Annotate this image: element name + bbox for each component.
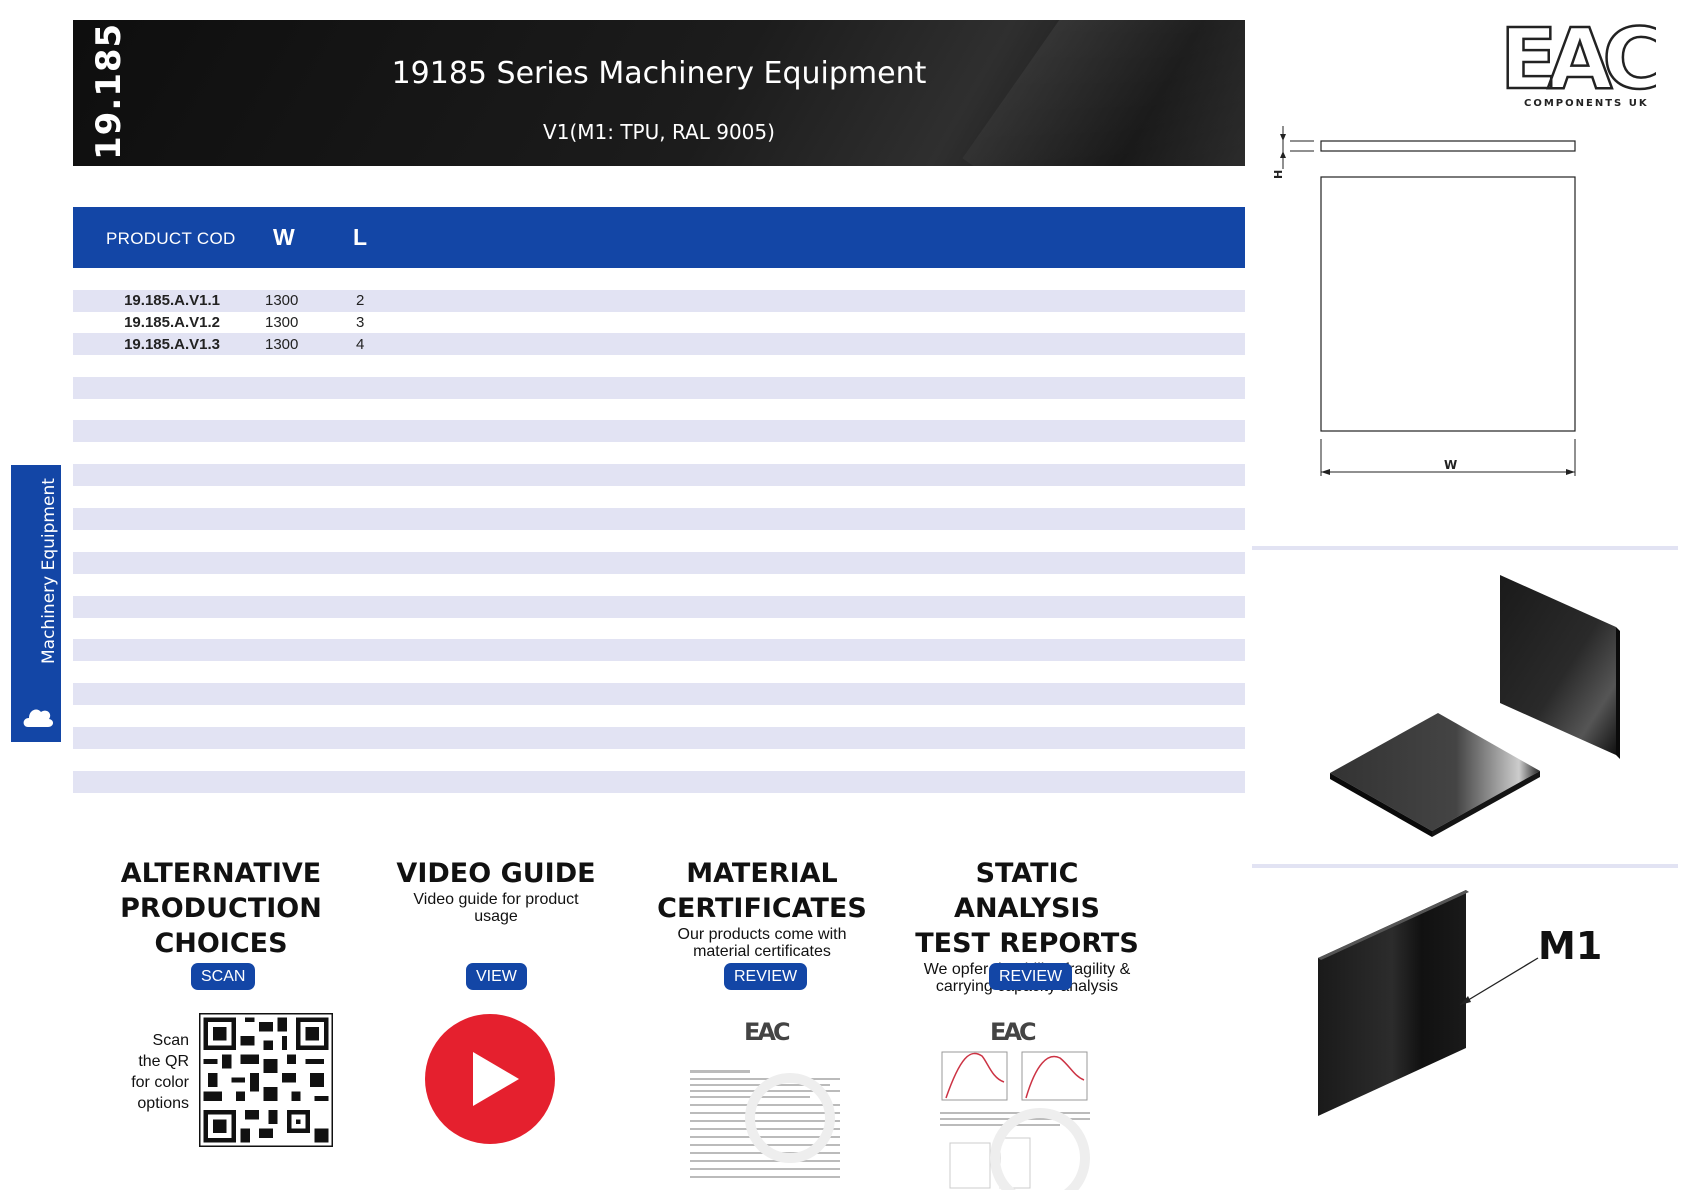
table-stripe: [73, 464, 1245, 486]
section-title: PRODUCTION: [120, 893, 322, 924]
qr-code[interactable]: [199, 1013, 333, 1147]
material-render: [1318, 890, 1539, 1116]
table-row: 19.185.A.V1.3 1300 4: [73, 333, 1245, 355]
page-subtitle: V1(M1: TPU, RAL 9005): [543, 120, 775, 144]
section-title: VIDEO GUIDE: [396, 858, 596, 889]
table-stripe: [73, 596, 1245, 618]
table-stripe: [73, 508, 1245, 530]
cell-w: 1300: [265, 314, 299, 331]
view-button[interactable]: VIEW: [466, 963, 527, 990]
category-label: Machinery Equipment: [39, 478, 59, 664]
section-video-guide: VIDEO GUIDE Video guide for product usag…: [376, 856, 616, 925]
section-title: ALTERNATIVE: [120, 858, 322, 889]
table-header: PRODUCT COD W L: [73, 207, 1245, 268]
material-m1-label: M1: [1538, 924, 1603, 968]
svg-text:EAC: EAC: [744, 1018, 790, 1046]
cell-l: 4: [356, 336, 365, 353]
table-stripe: [73, 377, 1245, 399]
cell-product-code: 19.185.A.V1.2: [124, 314, 220, 331]
cell-l: 3: [356, 314, 365, 331]
certificate-thumbnail[interactable]: EAC: [680, 1008, 855, 1190]
review-reports-button[interactable]: REVIEW: [989, 963, 1073, 990]
scan-note: Scan the QR for color options: [131, 1032, 189, 1112]
section-alternative: ALTERNATIVE PRODUCTION CHOICES: [101, 856, 341, 961]
svg-text:W: W: [1444, 458, 1457, 472]
section-title: TEST REPORTS: [915, 928, 1139, 959]
technical-drawing: H W: [1272, 126, 1576, 476]
table-stripe: [73, 727, 1245, 749]
test-report-thumbnail[interactable]: EAC: [930, 1008, 1105, 1190]
table-stripe: [73, 683, 1245, 705]
divider: [1252, 546, 1678, 550]
cell-product-code: 19.185.A.V1.3: [124, 336, 220, 353]
table-stripe: [73, 771, 1245, 793]
svg-text:EAC: EAC: [1500, 14, 1656, 108]
header-w: W: [273, 224, 295, 250]
section-title: CHOICES: [154, 928, 288, 959]
svg-text:EAC: EAC: [990, 1018, 1036, 1046]
section-title: MATERIAL: [686, 858, 838, 889]
table-row: 19.185.A.V1.1 1300 2: [73, 289, 1245, 311]
cell-l: 2: [356, 292, 365, 309]
cell-w: 1300: [265, 292, 299, 309]
header-product-code: PRODUCT COD: [106, 229, 236, 248]
play-icon[interactable]: [425, 1014, 555, 1144]
section-title: STATIC ANALYSIS: [954, 858, 1100, 924]
cell-w: 1300: [265, 336, 299, 353]
page-title: 19185 Series Machinery Equipment: [391, 56, 927, 91]
table-stripe: [73, 639, 1245, 661]
header-banner: 19185 Series Machinery Equipment V1(M1: …: [73, 20, 1245, 166]
svg-text:H: H: [1272, 170, 1285, 179]
header-l: L: [353, 224, 368, 250]
divider: [1252, 864, 1678, 868]
series-code: 19.185.A: [89, 0, 129, 160]
banner-highlight: [962, 20, 1245, 166]
eac-logo: EAC COMPONENTS UK: [1499, 14, 1656, 109]
scan-button[interactable]: SCAN: [191, 963, 256, 990]
svg-text:COMPONENTS UK: COMPONENTS UK: [1524, 98, 1649, 109]
review-certificates-button[interactable]: REVIEW: [724, 963, 808, 990]
table-stripe: [73, 552, 1245, 574]
table-stripe: [73, 420, 1245, 442]
section-title: CERTIFICATES: [657, 893, 867, 924]
section-material-certificates: MATERIAL CERTIFICATES Our products come …: [642, 856, 882, 960]
table-row: 19.185.A.V1.2 1300 3: [73, 311, 1245, 333]
cloud-icon: [23, 709, 54, 727]
cell-product-code: 19.185.A.V1.1: [124, 292, 220, 309]
product-render-3d: [1330, 575, 1620, 837]
